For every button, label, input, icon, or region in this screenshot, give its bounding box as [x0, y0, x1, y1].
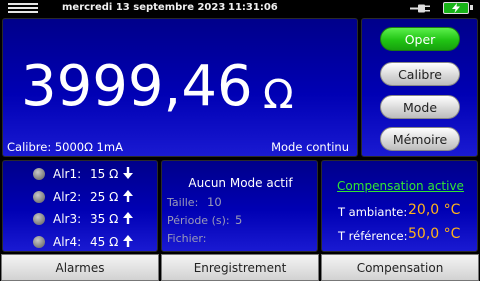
arrow-up-icon: [123, 235, 133, 247]
alarm-led: [33, 236, 45, 248]
alarm-value: 25 Ω: [90, 190, 119, 204]
status-bar: mercredi 13 septembre 2023 11:31:06: [0, 0, 480, 16]
alarm-row-3: Alr3: 35 Ω: [3, 209, 159, 229]
alarm-value: 45 Ω: [90, 235, 119, 249]
size-label: Taille:: [167, 196, 199, 209]
period-value: 5: [235, 213, 243, 227]
date-display: mercredi 13 septembre 2023: [62, 2, 226, 13]
measurement-unit: Ω: [263, 72, 294, 118]
arrow-down-icon: [123, 167, 133, 179]
tab-alarmes[interactable]: Alarmes: [1, 254, 159, 281]
alarm-row-1: Alr1: 15 Ω: [3, 164, 159, 184]
size-value: 10: [207, 195, 222, 209]
mode-button[interactable]: Mode: [380, 95, 460, 119]
tab-compensation[interactable]: Compensation: [321, 254, 479, 281]
alarm-label: Alr4:: [53, 235, 82, 249]
compensation-panel: Compensation active T ambiante: 20,0 °C …: [321, 160, 478, 252]
alarm-label: Alr2:: [53, 190, 82, 204]
ambient-temp-value: 20,0 °C: [408, 202, 461, 218]
arrow-up-icon: [123, 190, 133, 202]
measurement-value: 3999,46: [21, 54, 253, 119]
alarm-led: [33, 168, 45, 180]
alarm-led: [33, 191, 45, 203]
alarm-value: 35 Ω: [90, 212, 119, 226]
charging-bolt-icon: [452, 3, 460, 13]
arrow-up-icon: [123, 212, 133, 224]
alarm-label: Alr1:: [53, 167, 82, 181]
alarm-label: Alr3:: [53, 212, 82, 226]
reference-temp-value: 50,0 °C: [408, 226, 461, 242]
control-buttons-panel: Oper Calibre Mode Mémoire: [361, 18, 478, 157]
calibre-button[interactable]: Calibre: [380, 62, 460, 86]
tab-enregistrement[interactable]: Enregistrement: [161, 254, 319, 281]
recording-panel: Aucun Mode actif Taille: 10 Période (s):…: [161, 160, 318, 252]
alarm-row-2: Alr2: 25 Ω: [3, 187, 159, 207]
alarm-row-4: Alr4: 45 Ω: [3, 232, 159, 252]
reference-temp-label: T référence:: [338, 229, 408, 243]
period-label: Période (s):: [167, 214, 230, 227]
alarm-led: [33, 213, 45, 225]
range-label: Calibre: 5000Ω 1mA: [7, 140, 123, 154]
file-label: Fichier:: [167, 232, 207, 245]
ambient-temp-label: T ambiante:: [338, 205, 408, 219]
memoire-button[interactable]: Mémoire: [380, 127, 460, 151]
measurement-panel: 3999,46 Ω Calibre: 5000Ω 1mA Mode contin…: [2, 18, 358, 157]
alarm-value: 15 Ω: [90, 167, 119, 181]
compensation-status: Compensation active: [337, 179, 464, 193]
menu-icon[interactable]: [8, 3, 38, 13]
recording-status: Aucun Mode actif: [188, 176, 293, 190]
oper-button[interactable]: Oper: [380, 27, 460, 51]
alarms-panel: Alr1: 15 Ω Alr2: 25 Ω Alr3: 35 Ω Alr4: 4…: [2, 160, 158, 252]
time-display: 11:31:06: [228, 2, 278, 13]
battery-icon: [443, 2, 473, 14]
mode-label: Mode continu: [271, 140, 349, 154]
plug-icon: [410, 4, 430, 13]
